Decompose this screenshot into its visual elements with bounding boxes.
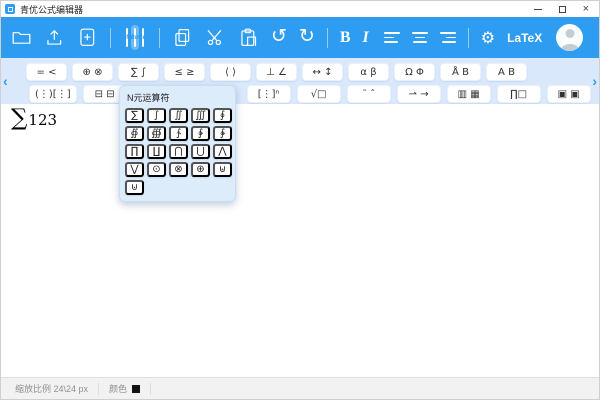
align-right-icon[interactable]: [440, 32, 456, 43]
open-file-icon[interactable]: [11, 27, 32, 48]
formula-sigma: ∑: [11, 105, 27, 131]
zoom-ratio-label: 缩放比例 24\24 px: [15, 382, 88, 395]
nary-symbol-button[interactable]: ∐: [147, 144, 166, 159]
align-left-icon[interactable]: [384, 32, 400, 43]
palette-scroll-left-icon[interactable]: ‹: [3, 74, 8, 88]
undo-icon[interactable]: ↺: [271, 27, 287, 46]
user-avatar[interactable]: [556, 24, 583, 51]
palette-scroll-right-icon[interactable]: ›: [592, 74, 597, 88]
nary-symbol-button[interactable]: ⋀: [213, 144, 232, 159]
palette-category-button[interactable]: Ω Φ: [394, 63, 435, 81]
nary-symbol-button[interactable]: ∲: [191, 126, 210, 141]
palette-template-button[interactable]: [⋮]ⁿ: [247, 85, 291, 103]
formula-digits: 123: [28, 111, 57, 129]
formula-content: ∑ 123: [11, 105, 57, 131]
palette-category-button[interactable]: ⟨ ⟩: [210, 63, 251, 81]
toolbar-separator: [468, 28, 469, 48]
formula-canvas[interactable]: ∑ 123: [1, 104, 599, 377]
file-badge-icon: tex: [142, 28, 144, 47]
export-upload-icon[interactable]: [44, 27, 65, 48]
nary-symbol-button[interactable]: ∱: [169, 126, 188, 141]
export-mml-button[interactable]: mml: [131, 25, 139, 50]
color-swatch[interactable]: [132, 385, 140, 393]
nary-symbol-button[interactable]: ∰: [147, 126, 166, 141]
status-separator: [150, 383, 151, 395]
nary-symbol-button[interactable]: ∫: [147, 108, 166, 123]
export-tex-button[interactable]: tex: [139, 25, 147, 50]
nary-symbol-button[interactable]: ⋂: [169, 144, 188, 159]
nary-symbol-button[interactable]: ∳: [213, 126, 232, 141]
latex-button[interactable]: LaTeX: [507, 32, 542, 44]
color-label: 颜色: [109, 382, 127, 395]
nary-symbol-button[interactable]: ⊎: [213, 162, 232, 177]
cut-scissors-icon[interactable]: [205, 27, 226, 48]
palette-category-button[interactable]: ↔ ↕: [302, 63, 343, 81]
file-badge-icon: PNG: [126, 28, 128, 47]
palette-template-button[interactable]: ˜ ˆ: [347, 85, 391, 103]
toolbar-separator: [159, 28, 160, 48]
title-bar: 青优公式编辑器 ×: [1, 1, 599, 17]
status-bar: 缩放比例 24\24 px 颜色: [1, 377, 599, 399]
nary-symbol-button[interactable]: ∬: [169, 108, 188, 123]
nary-symbol-button[interactable]: ⊗: [169, 162, 188, 177]
settings-gear-icon[interactable]: ⚙: [481, 30, 495, 46]
dropdown-title: N元运算符: [127, 91, 230, 104]
nary-symbol-button[interactable]: ∭: [191, 108, 210, 123]
maximize-button[interactable]: [559, 6, 566, 13]
palette-template-button[interactable]: ⇀ →: [397, 85, 441, 103]
nary-symbol-button[interactable]: ⊍: [125, 180, 144, 195]
palette-template-button[interactable]: ▣ ▣: [547, 85, 591, 103]
app-logo-icon: [5, 4, 15, 14]
nary-symbol-button[interactable]: ⊙: [147, 162, 166, 177]
nary-symbol-button[interactable]: ⋃: [191, 144, 210, 159]
redo-icon[interactable]: ↻: [299, 27, 315, 46]
close-button[interactable]: ×: [583, 4, 589, 15]
palette-category-button[interactable]: ⊥ ∠: [256, 63, 297, 81]
nary-operators-dropdown: N元运算符 ∑∫∬∭∮ ∯∰∱∲∳ ∏∐⋂⋃⋀ ⋁⊙⊗⊕⊎ ⊍: [119, 85, 236, 202]
toolbar-separator: [110, 28, 111, 48]
nary-symbol-button[interactable]: ⊕: [191, 162, 210, 177]
palette-category-button[interactable]: α β: [348, 63, 389, 81]
nary-symbol-button[interactable]: ∮: [213, 108, 232, 123]
app-window: 青优公式编辑器 × PNG mml: [0, 0, 600, 400]
palette-category-button[interactable]: ⊕ ⊗: [72, 63, 113, 81]
nary-symbol-button[interactable]: ⋁: [125, 162, 144, 177]
palette-category-button[interactable]: ≤ ≥: [164, 63, 205, 81]
copy-icon[interactable]: [172, 27, 193, 48]
main-toolbar: PNG mml tex ↺ ↻ B I: [1, 17, 599, 58]
palette-category-button[interactable]: = <: [26, 63, 67, 81]
file-badge-icon: mml: [134, 28, 136, 47]
palette-template-button[interactable]: √□: [297, 85, 341, 103]
window-title: 青优公式编辑器: [20, 3, 83, 16]
bold-button[interactable]: B: [340, 30, 351, 46]
italic-button[interactable]: I: [363, 30, 372, 46]
palette-category-button[interactable]: Å B: [440, 63, 481, 81]
align-center-icon[interactable]: [412, 32, 428, 43]
paste-clipboard-icon[interactable]: [238, 27, 259, 48]
nary-symbol-button[interactable]: ∯: [125, 126, 144, 141]
new-document-icon[interactable]: [77, 27, 98, 48]
palette-category-button[interactable]: A B: [486, 63, 527, 81]
toolbar-separator: [327, 28, 328, 48]
palette-template-button[interactable]: (⋮)[⋮]: [29, 85, 77, 103]
palette-template-button[interactable]: ▥ ▦: [447, 85, 491, 103]
nary-symbol-button[interactable]: ∑: [125, 108, 144, 123]
nary-symbol-button[interactable]: ∏: [125, 144, 144, 159]
status-separator: [98, 383, 99, 395]
palette-category-button[interactable]: ∑ ∫: [118, 63, 159, 81]
minimize-button[interactable]: [534, 9, 542, 10]
palette-template-button[interactable]: ∏□: [497, 85, 541, 103]
symbol-palette: ‹ › = < ⊕ ⊗ ∑ ∫ ≤ ≥ ⟨ ⟩ ⊥ ∠ ↔ ↕ α β Ω Φ Å B A B (⋮…: [1, 58, 599, 104]
